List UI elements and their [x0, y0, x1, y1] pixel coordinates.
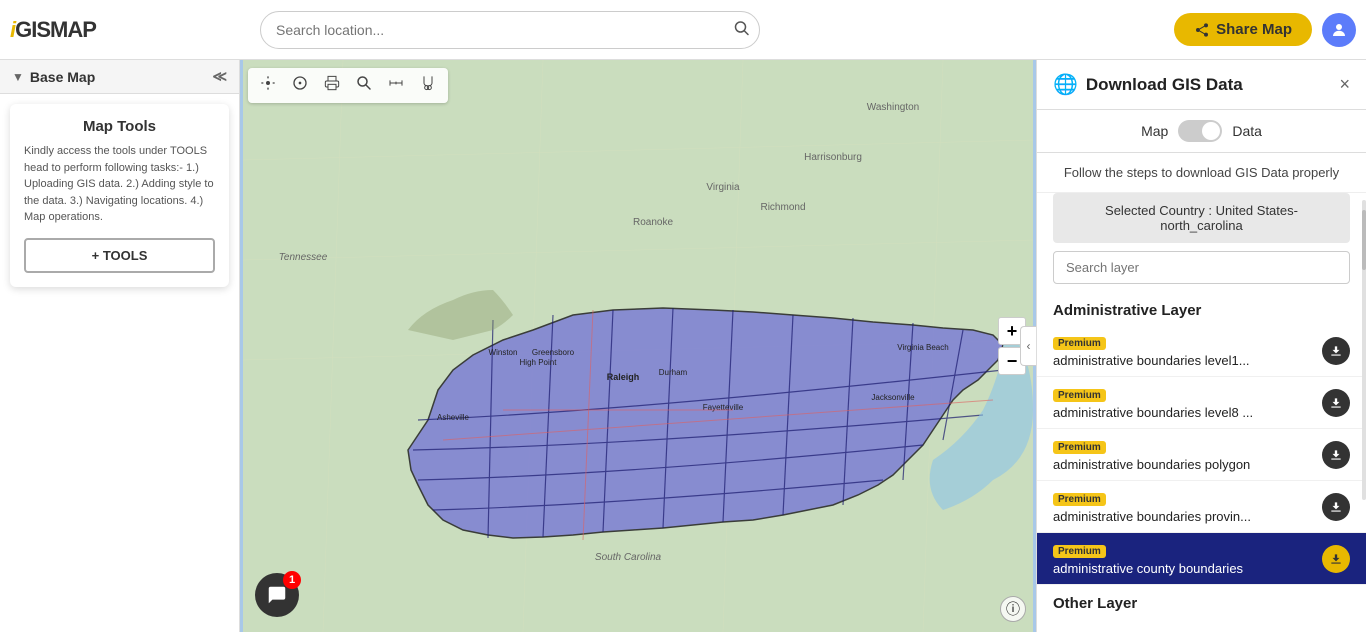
map-tools-description: Kindly access the tools under TOOLS head… — [24, 143, 215, 226]
svg-text:Winston: Winston — [489, 348, 518, 357]
layer-info-level1: Premium administrative boundaries level1… — [1053, 333, 1322, 368]
layer-info-level8: Premium administrative boundaries level8… — [1053, 385, 1322, 420]
layer-item-polygon[interactable]: Premium administrative boundaries polygo… — [1037, 429, 1366, 481]
layer-info-polygon: Premium administrative boundaries polygo… — [1053, 437, 1322, 472]
download-button-polygon[interactable] — [1322, 441, 1350, 469]
right-panel: 🌐 Download GIS Data × Map Data Follow th… — [1036, 60, 1366, 632]
user-avatar[interactable] — [1322, 13, 1356, 47]
search-bar-container — [260, 11, 760, 49]
map-svg: Raleigh High Point Winston Greensboro As… — [240, 60, 1036, 632]
print-button[interactable] — [318, 71, 346, 100]
basemap-chevron-icon: ▼ — [12, 70, 24, 84]
premium-badge-level1: Premium — [1053, 337, 1106, 350]
tools-button[interactable]: + TOOLS — [24, 238, 215, 273]
layer-info-province: Premium administrative boundaries provin… — [1053, 489, 1322, 524]
close-panel-button[interactable]: × — [1339, 74, 1350, 95]
basemap-label-container: ▼ Base Map — [12, 69, 95, 85]
share-icon — [1194, 22, 1210, 38]
svg-text:Asheville: Asheville — [437, 413, 470, 422]
svg-text:Durham: Durham — [659, 368, 688, 377]
header: iGISMAP Share Map — [0, 0, 1366, 60]
toggle-data-label: Data — [1232, 123, 1262, 139]
map-toolbar — [248, 68, 448, 103]
logo-area: iGISMAP — [10, 17, 250, 43]
measure-button[interactable] — [382, 71, 410, 100]
search-button[interactable] — [734, 20, 750, 39]
right-panel-title-container: 🌐 Download GIS Data — [1053, 72, 1243, 97]
svg-text:Greensboro: Greensboro — [532, 348, 575, 357]
basemap-label: Base Map — [30, 69, 95, 85]
layer-name-county: administrative county boundaries — [1053, 561, 1322, 576]
layer-name-polygon: administrative boundaries polygon — [1053, 457, 1322, 472]
layer-name-level1: administrative boundaries level1... — [1053, 353, 1322, 368]
svg-text:Washington: Washington — [867, 102, 919, 113]
share-button-label: Share Map — [1216, 21, 1292, 38]
scrollbar-track — [1362, 200, 1366, 500]
globe-icon: 🌐 — [1053, 72, 1078, 97]
search-input[interactable] — [260, 11, 760, 49]
search-layer-input[interactable] — [1053, 251, 1350, 284]
other-section-title: Other Layer — [1037, 585, 1366, 618]
panel-collapse-handle[interactable]: ‹ — [1020, 326, 1036, 366]
right-panel-title: Download GIS Data — [1086, 75, 1243, 95]
svg-text:High Point: High Point — [520, 358, 558, 367]
map-background: Raleigh High Point Winston Greensboro As… — [240, 60, 1036, 632]
svg-text:Virginia Beach: Virginia Beach — [897, 343, 948, 352]
chat-icon — [266, 584, 288, 606]
premium-badge-county: Premium — [1053, 545, 1106, 558]
svg-text:Jacksonville: Jacksonville — [871, 393, 915, 402]
layer-item-level1[interactable]: Premium administrative boundaries level1… — [1037, 325, 1366, 377]
layer-name-province: administrative boundaries provin... — [1053, 509, 1322, 524]
search-map-button[interactable] — [350, 71, 378, 100]
premium-badge-province: Premium — [1053, 493, 1106, 506]
locate-button[interactable] — [254, 71, 282, 100]
selected-country: Selected Country : United States-north_c… — [1053, 193, 1350, 243]
map-tools-card: Map Tools Kindly access the tools under … — [10, 104, 229, 287]
right-panel-header: 🌐 Download GIS Data × — [1037, 60, 1366, 110]
svg-text:Fayetteville: Fayetteville — [703, 403, 744, 412]
toggle-row: Map Data — [1037, 110, 1366, 153]
info-text: Follow the steps to download GIS Data pr… — [1037, 153, 1366, 193]
administrative-section-title: Administrative Layer — [1037, 292, 1366, 325]
layer-item-county[interactable]: Premium administrative county boundaries — [1037, 533, 1366, 585]
layer-name-level8: administrative boundaries level8 ... — [1053, 405, 1322, 420]
right-panel-content: Administrative Layer Premium administrat… — [1037, 292, 1366, 632]
logo: iGISMAP — [10, 17, 96, 43]
svg-text:Tennessee: Tennessee — [279, 252, 328, 263]
header-right: Share Map — [1174, 13, 1356, 47]
share-map-button[interactable]: Share Map — [1174, 13, 1312, 46]
map-data-toggle[interactable] — [1178, 120, 1222, 142]
download-button-province[interactable] — [1322, 493, 1350, 521]
chat-bubble[interactable]: 1 — [255, 573, 299, 617]
scrollbar-thumb[interactable] — [1362, 210, 1366, 270]
svg-text:Raleigh: Raleigh — [607, 372, 640, 382]
layer-item-province[interactable]: Premium administrative boundaries provin… — [1037, 481, 1366, 533]
premium-badge-polygon: Premium — [1053, 441, 1106, 454]
download-button-level1[interactable] — [1322, 337, 1350, 365]
download-button-level8[interactable] — [1322, 389, 1350, 417]
layer-info-county: Premium administrative county boundaries — [1053, 541, 1322, 576]
target-button[interactable] — [286, 71, 314, 100]
map-container[interactable]: Raleigh High Point Winston Greensboro As… — [240, 60, 1036, 632]
map-info-button[interactable]: ⓘ — [1000, 596, 1026, 622]
premium-badge-level8: Premium — [1053, 389, 1106, 402]
clip-button[interactable] — [414, 71, 442, 100]
svg-text:Harrisonburg: Harrisonburg — [804, 152, 862, 163]
svg-text:Virginia: Virginia — [706, 182, 740, 193]
main-area: ▼ Base Map ≪ Map Tools Kindly access the… — [0, 60, 1366, 632]
basemap-header[interactable]: ▼ Base Map ≪ — [0, 60, 239, 94]
map-tools-title: Map Tools — [24, 118, 215, 135]
svg-text:Richmond: Richmond — [760, 202, 805, 213]
download-button-county[interactable] — [1322, 545, 1350, 573]
svg-text:South Carolina: South Carolina — [595, 552, 662, 563]
left-panel: ▼ Base Map ≪ Map Tools Kindly access the… — [0, 60, 240, 632]
svg-text:Roanoke: Roanoke — [633, 217, 673, 228]
collapse-icon[interactable]: ≪ — [212, 68, 227, 85]
toggle-map-label: Map — [1141, 123, 1168, 139]
chat-badge: 1 — [283, 571, 301, 589]
layer-item-level8[interactable]: Premium administrative boundaries level8… — [1037, 377, 1366, 429]
